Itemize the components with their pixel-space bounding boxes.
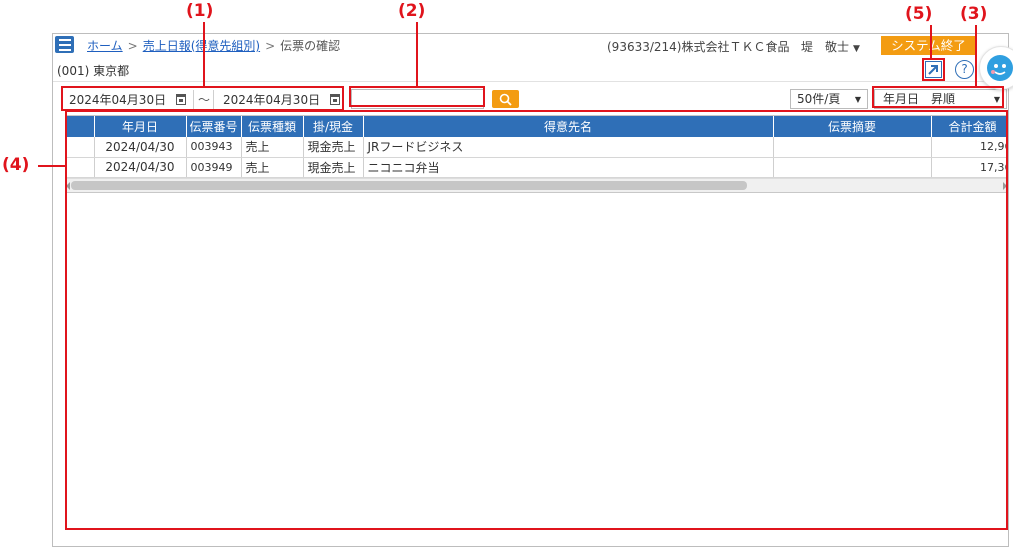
system-exit-button[interactable]: システム終了 [881,36,976,55]
breadcrumb-sales-daily[interactable]: 売上日報(得意先組別) [143,39,260,53]
chevron-down-icon: ▼ [854,95,861,104]
breadcrumb: ホーム > 売上日報(得意先組別) > 伝票の確認 [87,37,340,54]
callout-4: (4) [2,155,30,175]
callout-2: (2) [398,1,426,21]
hamburger-menu-icon[interactable] [55,36,74,53]
search-icon [499,93,512,106]
breadcrumb-home[interactable]: ホーム [87,39,123,53]
callout-leader-4 [38,165,65,167]
help-icon[interactable]: ? [955,60,974,79]
callout-leader-3 [975,25,977,86]
callout-box-3 [872,86,1004,108]
callout-leader-2 [416,22,418,86]
callout-box-1 [61,86,344,111]
office-label: (001) 東京都 [57,64,130,78]
user-menu[interactable]: 堤 敬士 ▼ [801,38,860,55]
divider [53,81,1008,82]
breadcrumb-separator: > [127,39,138,53]
callout-3: (3) [960,4,988,24]
callout-box-2 [349,86,485,107]
breadcrumb-current: 伝票の確認 [280,39,341,53]
title-bar: ホーム > 売上日報(得意先組別) > 伝票の確認 (93633/214)株式会社ＴＫＣ… [53,34,1008,58]
chevron-down-icon: ▼ [853,44,860,54]
callout-5: (5) [905,4,933,24]
assistant-face-icon [987,55,1013,81]
callout-leader-1 [203,22,205,86]
page-size-select[interactable]: 50件/頁 ▼ [790,89,868,109]
page-size-value: 50件/頁 [797,92,841,106]
search-button[interactable] [492,90,519,108]
breadcrumb-separator: > [265,39,276,53]
callout-leader-5 [930,25,932,58]
user-name: 堤 敬士 [801,40,850,54]
callout-box-5 [922,58,945,81]
company-name: (93633/214)株式会社ＴＫＣ食品 [607,40,790,54]
callout-box-4 [65,110,1008,530]
callout-1: (1) [186,1,214,21]
